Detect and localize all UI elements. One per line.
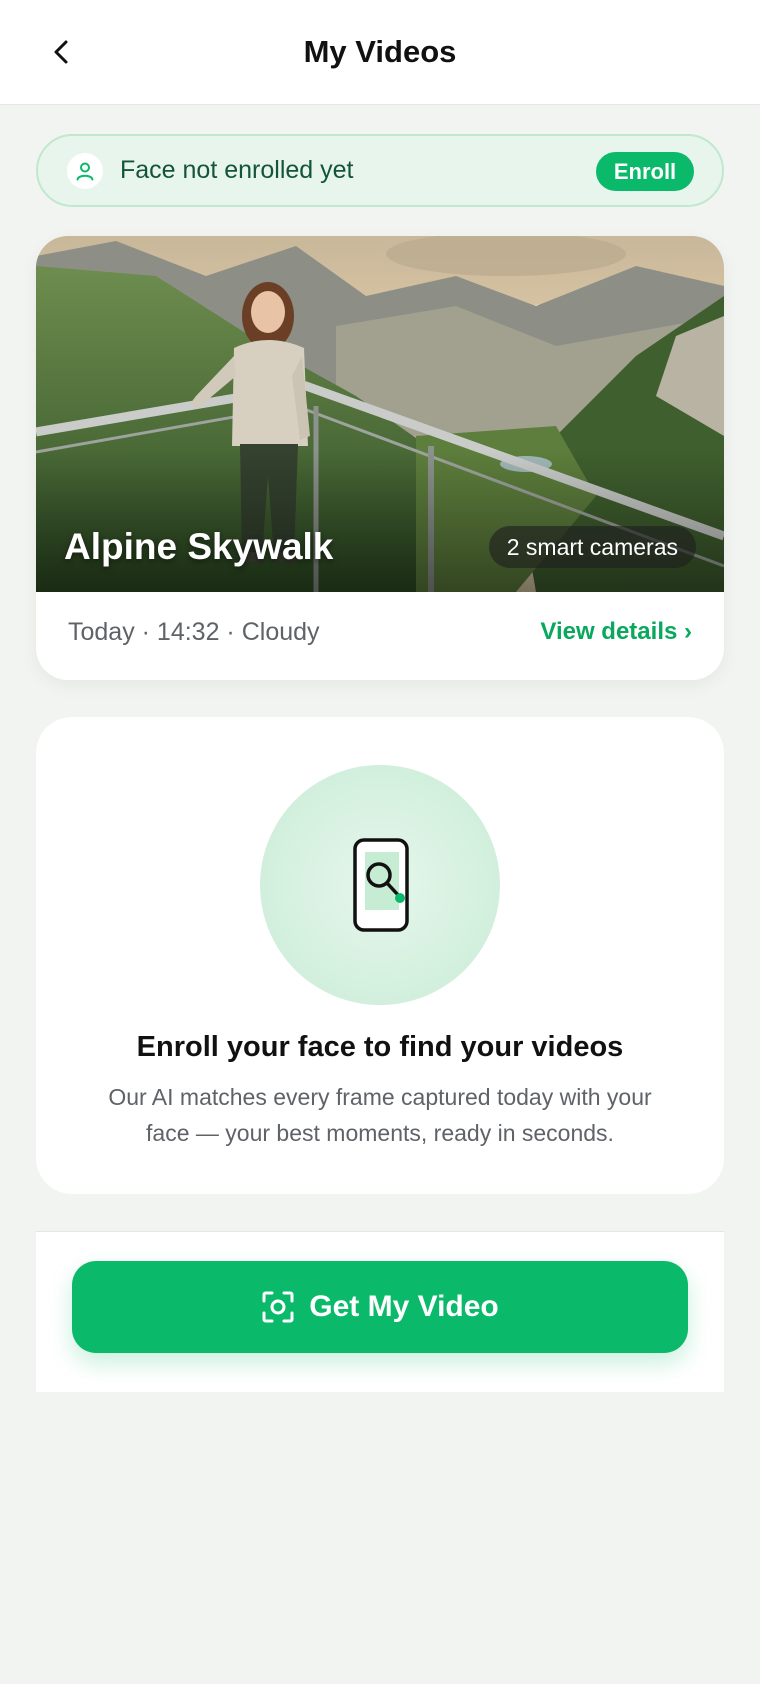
face-enroll-banner: Face not enrolled yet Enroll — [36, 134, 724, 207]
banner-status-text: Face not enrolled yet — [120, 156, 354, 184]
face-scan-icon — [262, 1291, 294, 1323]
phone-search-icon — [353, 838, 409, 932]
info-title: Enroll your face to find your videos — [136, 1031, 624, 1063]
get-my-video-label: Get My Video — [309, 1290, 499, 1323]
bottom-action-bar: Get My Video — [36, 1231, 724, 1392]
info-description: Our AI matches every frame captured toda… — [108, 1084, 652, 1146]
enroll-info-card: Enroll your face to find your videos Our… — [36, 717, 724, 1194]
enroll-button[interactable]: Enroll — [596, 152, 694, 191]
get-my-video-button[interactable]: Get My Video — [72, 1261, 688, 1353]
top-app-bar: My Videos — [0, 0, 760, 105]
view-details-link[interactable]: View details › — [540, 618, 692, 646]
illustration-circle — [260, 765, 500, 1005]
event-card[interactable]: Alpine Skywalk 2 smart cameras Today · 1… — [36, 236, 724, 680]
user-icon — [67, 153, 103, 189]
camera-count-badge: 2 smart cameras — [488, 526, 696, 568]
page-title: My Videos — [303, 34, 457, 69]
event-title: Alpine Skywalk — [64, 526, 334, 567]
event-meta-text: Today · 14:32 · Cloudy — [68, 618, 320, 646]
